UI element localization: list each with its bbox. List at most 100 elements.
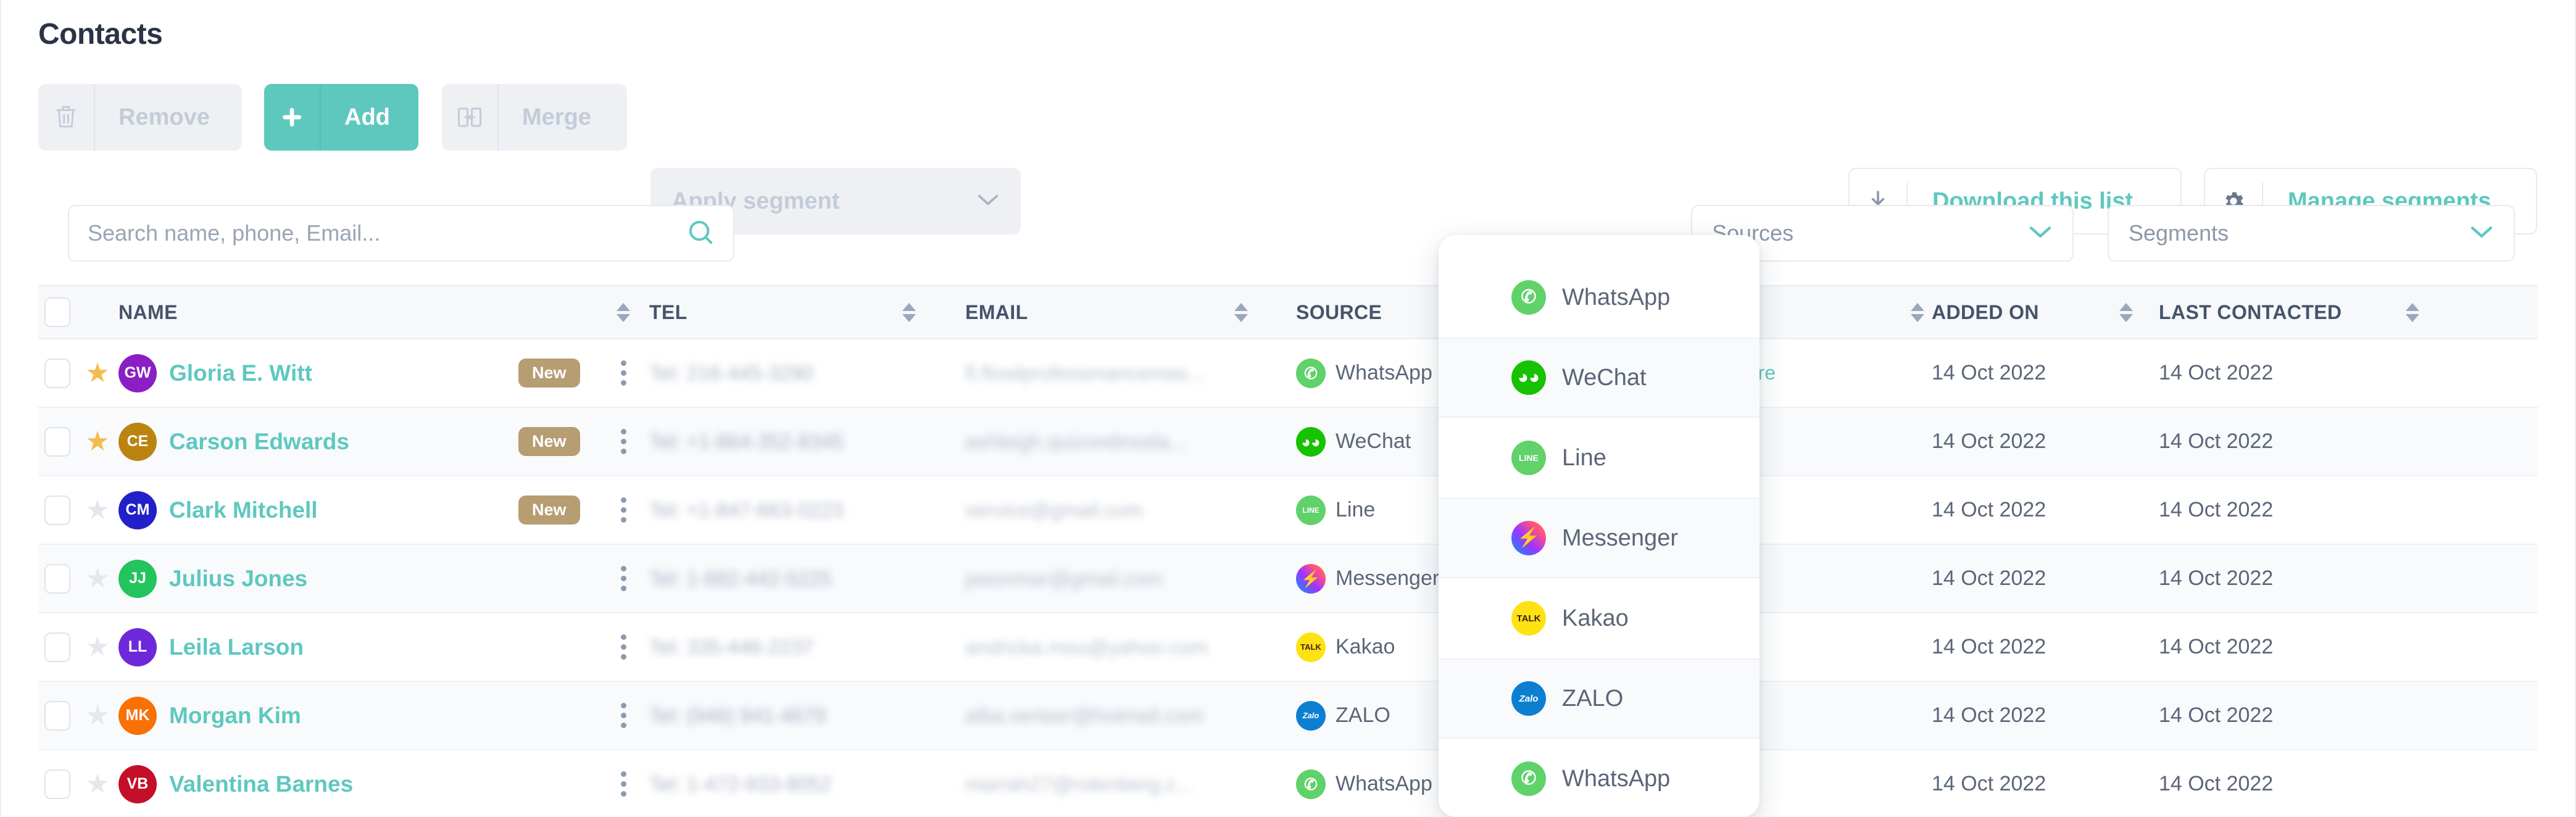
status-badge: New — [518, 427, 580, 456]
row-menu-button[interactable] — [597, 497, 649, 523]
kebab-menu-icon[interactable] — [621, 703, 626, 728]
search-input[interactable]: Search name, phone, Email... — [68, 205, 734, 262]
sort-name-icon[interactable] — [617, 303, 630, 322]
row-menu-button[interactable] — [597, 703, 649, 728]
contact-name-link[interactable]: Gloria E. Witt — [169, 360, 312, 386]
contact-name-link[interactable]: Morgan Kim — [169, 703, 301, 729]
contact-name-link[interactable]: Julius Jones — [169, 566, 307, 592]
sort-tel-icon[interactable] — [902, 303, 916, 322]
star-icon[interactable]: ★ — [85, 702, 109, 729]
row-menu-button[interactable] — [597, 360, 649, 386]
row-menu-button[interactable] — [597, 566, 649, 591]
last-contacted-value: 14 Oct 2022 — [2159, 361, 2273, 384]
sources-dropdown-item-kakao[interactable]: TALKKakao — [1439, 578, 1760, 658]
star-icon[interactable]: ★ — [85, 428, 109, 455]
row-name-cell[interactable]: VBValentina Barnes — [118, 765, 518, 803]
wechat-icon: ◕◕ — [1296, 427, 1326, 457]
kebab-menu-icon[interactable] — [621, 360, 626, 386]
row-checkbox[interactable] — [44, 701, 70, 731]
row-checkbox-cell[interactable] — [38, 769, 77, 799]
row-name-cell[interactable]: CMClark Mitchell — [118, 491, 518, 529]
column-header-last-contacted[interactable]: LAST CONTACTED — [2159, 301, 2418, 324]
star-icon[interactable]: ★ — [85, 634, 109, 661]
row-favorite-cell[interactable]: ★ — [77, 771, 118, 798]
star-icon[interactable]: ★ — [85, 360, 109, 387]
kebab-menu-icon[interactable] — [621, 771, 626, 797]
star-icon[interactable]: ★ — [85, 497, 109, 524]
table-row[interactable]: ★MKMorgan KimTel: (946) 941-4679alba.ver… — [38, 682, 2538, 750]
sort-added-on-icon[interactable] — [2119, 303, 2133, 322]
row-checkbox-cell[interactable] — [38, 496, 77, 525]
segments-filter-select[interactable]: Segments — [2108, 205, 2515, 262]
wechat-icon-glyph: ◕◕ — [1518, 368, 1540, 387]
row-favorite-cell[interactable]: ★ — [77, 428, 118, 455]
star-icon[interactable]: ★ — [85, 565, 109, 592]
sources-dropdown-item-wechat[interactable]: ◕◕WeChat — [1439, 338, 1760, 418]
contact-name-link[interactable]: Leila Larson — [169, 634, 304, 660]
kebab-menu-icon[interactable] — [621, 497, 626, 523]
sort-last-contacted-icon[interactable] — [2406, 303, 2419, 322]
kebab-menu-icon[interactable] — [621, 429, 626, 454]
row-name-cell[interactable]: GW Gloria E. Witt — [118, 354, 518, 392]
sources-dropdown-item-label: ZALO — [1562, 686, 1623, 712]
search-icon[interactable] — [686, 218, 715, 249]
row-name-cell[interactable]: JJJulius Jones — [118, 560, 518, 598]
row-name-cell[interactable]: CECarson Edwards — [118, 423, 518, 461]
column-header-tel-label: TEL — [649, 301, 688, 324]
row-menu-button[interactable] — [597, 771, 649, 797]
row-checkbox[interactable] — [44, 564, 70, 594]
table-row[interactable]: ★CECarson EdwardsNewTel: +1-864-352-8345… — [38, 408, 2538, 476]
row-favorite-cell[interactable]: ★ — [77, 360, 118, 387]
column-header-last-contacted-label: LAST CONTACTED — [2159, 301, 2342, 324]
sources-dropdown-item-whatsapp[interactable]: ✆WhatsApp — [1439, 257, 1760, 338]
merge-button[interactable]: Merge — [442, 84, 627, 151]
row-checkbox[interactable] — [44, 769, 70, 799]
table-row[interactable]: ★LLLeila LarsonTel: 335-446-2237andricka… — [38, 613, 2538, 682]
row-favorite-cell[interactable]: ★ — [77, 565, 118, 592]
row-checkbox-cell[interactable] — [38, 359, 77, 388]
row-menu-button[interactable] — [597, 634, 649, 660]
add-button[interactable]: Add — [264, 84, 418, 151]
sources-dropdown-menu[interactable]: ✆WhatsApp◕◕WeChatLINELine⚡MessengerTALKK… — [1439, 235, 1760, 817]
contact-name-link[interactable]: Valentina Barnes — [169, 771, 353, 797]
kebab-menu-icon[interactable] — [621, 566, 626, 591]
row-checkbox-cell[interactable] — [38, 427, 77, 457]
contact-name-link[interactable]: Carson Edwards — [169, 429, 349, 455]
row-checkbox[interactable] — [44, 632, 70, 662]
column-header-tel[interactable]: TEL — [649, 301, 965, 324]
select-all-checkbox[interactable] — [44, 297, 70, 327]
row-name-cell[interactable]: LLLeila Larson — [118, 628, 518, 666]
sources-dropdown-item-zalo[interactable]: ZaloZALO — [1439, 658, 1760, 739]
row-checkbox[interactable] — [44, 427, 70, 457]
kakao-icon: TALK — [1296, 632, 1326, 662]
row-favorite-cell[interactable]: ★ — [77, 497, 118, 524]
kebab-menu-icon[interactable] — [621, 634, 626, 660]
avatar: MK — [118, 697, 157, 735]
kakao-icon-glyph: TALK — [1517, 614, 1541, 623]
sources-dropdown-item-line[interactable]: LINELine — [1439, 418, 1760, 498]
row-name-cell[interactable]: MK Morgan Kim — [118, 697, 518, 735]
sources-dropdown-item-whatsapp[interactable]: ✆WhatsApp — [1439, 739, 1760, 817]
remove-button[interactable]: Remove — [38, 84, 242, 151]
row-checkbox[interactable] — [44, 496, 70, 525]
line-icon: LINE — [1296, 496, 1326, 525]
star-icon[interactable]: ★ — [85, 771, 109, 798]
row-menu-button[interactable] — [597, 429, 649, 454]
table-row[interactable]: ★CMClark MitchellNewTel: +1-847-663-0223… — [38, 476, 2538, 545]
column-header-name[interactable]: NAME — [118, 301, 518, 324]
sort-email-icon[interactable] — [1234, 303, 1248, 322]
row-favorite-cell[interactable]: ★ — [77, 634, 118, 661]
row-favorite-cell[interactable]: ★ — [77, 702, 118, 729]
row-checkbox-cell[interactable] — [38, 632, 77, 662]
sort-source-icon[interactable] — [1911, 303, 1924, 322]
table-row[interactable]: ★GWGloria E. WittNewTel: 216-445-3290fl.… — [38, 339, 2538, 408]
table-row[interactable]: ★VBValentina BarnesTel: 1-472-933-8052ma… — [38, 750, 2538, 817]
table-row[interactable]: ★JJJulius JonesTel: 1-682-442-5225jasonm… — [38, 545, 2538, 613]
avatar: GW — [118, 354, 157, 392]
row-checkbox[interactable] — [44, 359, 70, 388]
row-checkbox-cell[interactable] — [38, 564, 77, 594]
select-all-checkbox-cell[interactable] — [38, 297, 77, 327]
row-checkbox-cell[interactable] — [38, 701, 77, 731]
contact-name-link[interactable]: Clark Mitchell — [169, 497, 318, 523]
sources-dropdown-item-messenger[interactable]: ⚡Messenger — [1439, 498, 1760, 578]
